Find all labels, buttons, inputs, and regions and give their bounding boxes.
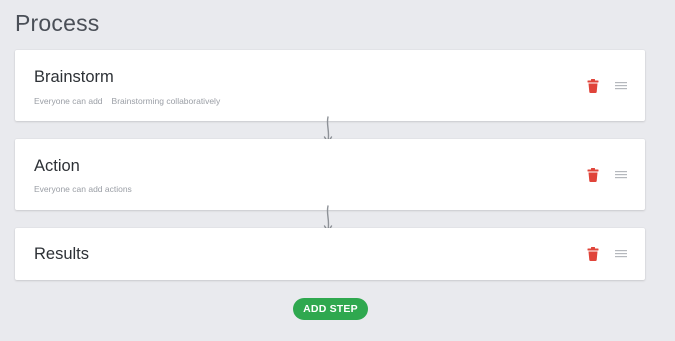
step-card-action[interactable]: Action Everyone can add actions (15, 139, 645, 210)
drag-handle-icon[interactable] (615, 249, 627, 259)
add-step-button[interactable]: ADD STEP (293, 298, 368, 320)
step-description: Brainstorming collaboratively (111, 96, 221, 106)
step-title: Action (34, 157, 80, 175)
trash-icon[interactable] (587, 247, 599, 261)
step-meta: Everyone can add Brainstorming collaborat… (34, 96, 220, 106)
step-permission: Everyone can add actions (34, 184, 132, 194)
drag-handle-icon[interactable] (615, 170, 627, 180)
step-card-brainstorm[interactable]: Brainstorm Everyone can add Brainstorming… (15, 50, 645, 121)
page-title: Process (15, 10, 100, 36)
trash-icon[interactable] (587, 79, 599, 93)
drag-handle-icon[interactable] (615, 81, 627, 91)
step-permission: Everyone can add (34, 96, 103, 106)
step-card-results[interactable]: Results (15, 228, 645, 280)
trash-icon[interactable] (587, 168, 599, 182)
step-title: Results (34, 245, 90, 263)
step-title: Brainstorm (34, 68, 114, 86)
step-meta: Everyone can add actions (34, 184, 132, 194)
